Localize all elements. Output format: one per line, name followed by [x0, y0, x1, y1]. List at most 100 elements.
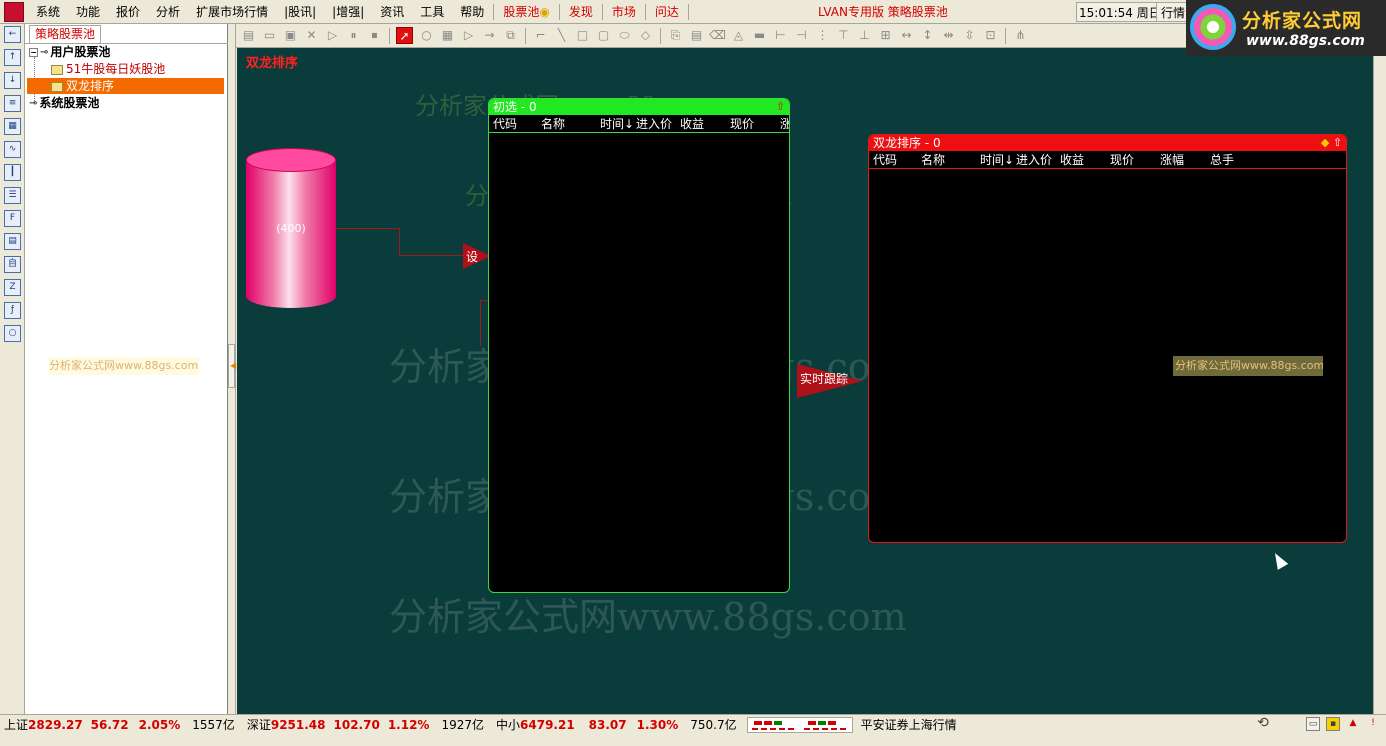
zx-index[interactable]: 6479.21: [520, 718, 575, 732]
list-icon[interactable]: ☰: [4, 187, 21, 204]
column-header[interactable]: 时间↓: [600, 116, 634, 132]
connector-line[interactable]: [399, 228, 400, 255]
fill-icon[interactable]: ◬: [730, 27, 747, 44]
align-center-icon[interactable]: ⊣: [793, 27, 810, 44]
stock-source-cylinder[interactable]: (400): [246, 148, 336, 308]
tree-node-dragon-sort[interactable]: 双龙排序: [27, 78, 224, 94]
column-header[interactable]: 涨幅: [1160, 152, 1184, 168]
window-icon[interactable]: ▭: [1306, 717, 1320, 731]
tree-node-user-pool[interactable]: − ⊸ 用户股票池: [29, 44, 110, 60]
collapse-arrow-icon[interactable]: ◀: [230, 361, 236, 370]
menu-stock-news[interactable]: |股讯|: [276, 1, 324, 23]
column-header[interactable]: 名称: [541, 116, 565, 132]
diamond-tool-icon[interactable]: ◇: [637, 27, 654, 44]
column-header[interactable]: 代码: [493, 116, 517, 132]
sz-index[interactable]: 9251.48: [271, 718, 326, 732]
panel-splitter[interactable]: ◀: [228, 24, 236, 714]
grid-icon[interactable]: ▦: [4, 118, 21, 135]
oval-tool-icon[interactable]: ⬭: [616, 27, 633, 44]
signal-icon[interactable]: ▲: [1346, 717, 1360, 731]
fio-icon[interactable]: F: [4, 210, 21, 227]
tree-node-51-pool[interactable]: 51牛股每日妖股池: [51, 61, 165, 77]
arrow-left-icon[interactable]: ←: [4, 26, 21, 43]
page-copy-icon[interactable]: ⎘: [667, 27, 684, 44]
circle-icon[interactable]: ○: [4, 325, 21, 342]
connector-line[interactable]: [399, 255, 463, 256]
initial-panel-header[interactable]: 初选 - 0 ⇧: [489, 99, 789, 115]
collapse-up-icon[interactable]: ⇧: [1333, 136, 1342, 149]
tree-node-system-pool[interactable]: ⊸ 系统股票池: [29, 95, 99, 111]
diagonal-tool-icon[interactable]: ╲: [553, 27, 570, 44]
menu-info[interactable]: 资讯: [372, 1, 412, 23]
ellipse-tool-icon[interactable]: ○: [418, 27, 435, 44]
align-right-icon[interactable]: ⋮: [814, 27, 831, 44]
pointer-icon[interactable]: ➚: [396, 27, 413, 44]
market-indicator-bars[interactable]: [746, 716, 853, 733]
column-header[interactable]: 现价: [1110, 152, 1134, 168]
sort-panel-header[interactable]: 双龙排序 - 0 ◆ ⇧: [869, 135, 1346, 151]
pause-icon[interactable]: ⏸: [345, 27, 362, 44]
menu-analysis[interactable]: 分析: [148, 1, 188, 23]
report-icon[interactable]: ≡: [4, 95, 21, 112]
stop-icon[interactable]: ⏹: [366, 27, 383, 44]
center-icon[interactable]: ⊡: [982, 27, 999, 44]
menu-extended-market[interactable]: 扩展市场行情: [188, 1, 276, 23]
column-header[interactable]: 代码: [873, 152, 897, 168]
menu-market[interactable]: 市场: [604, 1, 644, 23]
diamond-icon[interactable]: ◆: [1321, 136, 1329, 149]
menu-function[interactable]: 功能: [68, 1, 108, 23]
menu-tools[interactable]: 工具: [412, 1, 452, 23]
right-scroll-edge[interactable]: [1373, 48, 1386, 714]
arrow-tool-icon[interactable]: ▷: [460, 27, 477, 44]
alert-icon[interactable]: !: [1366, 717, 1380, 731]
save-icon[interactable]: ▣: [282, 27, 299, 44]
column-header[interactable]: 现价: [730, 116, 754, 132]
arrow-up-icon[interactable]: ↑: [4, 49, 21, 66]
app-logo-icon[interactable]: [4, 1, 24, 22]
same-width-icon[interactable]: ↔: [898, 27, 915, 44]
column-header[interactable]: 名称: [921, 152, 945, 168]
connector-line[interactable]: [480, 300, 481, 346]
menu-enhance[interactable]: |增强|: [324, 1, 372, 23]
column-header[interactable]: 时间↓: [980, 152, 1014, 168]
fx-icon[interactable]: ƒ: [4, 302, 21, 319]
doc-icon[interactable]: ▤: [4, 233, 21, 250]
network-icon[interactable]: ⋔: [1012, 27, 1029, 44]
column-header[interactable]: 进入价: [636, 116, 672, 132]
same-height-icon[interactable]: ↕: [919, 27, 936, 44]
space-h-icon[interactable]: ⇹: [940, 27, 957, 44]
align-bottom-icon[interactable]: ⊞: [877, 27, 894, 44]
column-header[interactable]: 进入价: [1016, 152, 1052, 168]
self-icon[interactable]: 自: [4, 256, 21, 273]
collapse-up-icon[interactable]: ⇧: [776, 99, 785, 115]
arrow-down-icon[interactable]: ↓: [4, 72, 21, 89]
initial-selection-panel[interactable]: 初选 - 0 ⇧ 代码 名称 时间↓ 进入价 收益 现价 涨: [488, 98, 790, 593]
splitter-handle[interactable]: ◀: [228, 344, 236, 388]
collapse-icon[interactable]: −: [29, 48, 38, 57]
column-header[interactable]: 涨: [780, 116, 789, 132]
refresh-icon[interactable]: ⟲: [1256, 716, 1270, 731]
candle-icon[interactable]: ┃: [4, 164, 21, 181]
lock-icon[interactable]: ▪: [1326, 717, 1340, 731]
delete-icon[interactable]: ✕: [303, 27, 320, 44]
connector-tool-icon[interactable]: ⌐: [532, 27, 549, 44]
table-tool-icon[interactable]: ▦: [439, 27, 456, 44]
market-button[interactable]: 行情: [1156, 2, 1191, 22]
round-rect-icon[interactable]: ▢: [595, 27, 612, 44]
trash-icon[interactable]: ⌫: [709, 27, 726, 44]
menu-quote[interactable]: 报价: [108, 1, 148, 23]
menu-system[interactable]: 系统: [28, 1, 68, 23]
fiz-icon[interactable]: Z: [4, 279, 21, 296]
menu-help[interactable]: 帮助: [452, 1, 492, 23]
align-left-icon[interactable]: ⊢: [772, 27, 789, 44]
menu-stock-pool[interactable]: 股票池◉: [495, 1, 558, 23]
align-middle-icon[interactable]: ⊥: [856, 27, 873, 44]
rect-tool-icon[interactable]: □: [574, 27, 591, 44]
column-header[interactable]: 收益: [1060, 152, 1084, 168]
menu-discover[interactable]: 发现: [561, 1, 601, 23]
line-arrow-icon[interactable]: →: [481, 27, 498, 44]
column-header[interactable]: 收益: [680, 116, 704, 132]
column-header[interactable]: 总手: [1210, 152, 1234, 168]
align-top-icon[interactable]: ⊤: [835, 27, 852, 44]
copy-tool-icon[interactable]: ⧉: [502, 27, 519, 44]
